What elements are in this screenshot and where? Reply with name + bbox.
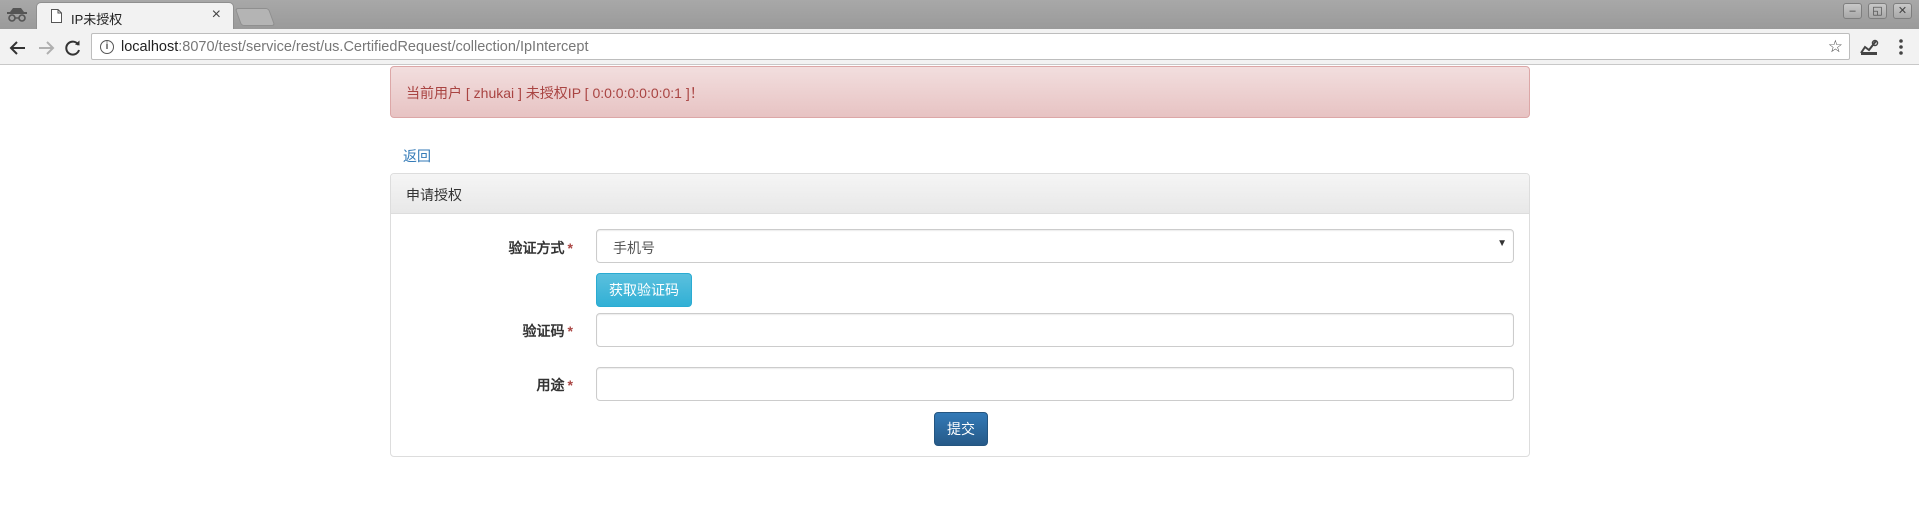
purpose-input[interactable] bbox=[596, 367, 1514, 401]
page-content: 当前用户 [ zhukai ] 未授权IP [ 0:0:0:0:0:0:0:1 … bbox=[0, 66, 1919, 532]
restore-icon[interactable]: ◱ bbox=[1868, 3, 1887, 19]
chevron-down-icon: ▼ bbox=[1497, 238, 1507, 249]
back-link[interactable]: 返回 bbox=[403, 146, 431, 166]
info-icon[interactable]: i bbox=[100, 40, 114, 54]
method-label-text: 验证方式 bbox=[508, 240, 565, 256]
tab-title: IP未授权 bbox=[71, 12, 123, 27]
forward-arrow-icon[interactable] bbox=[36, 38, 56, 58]
submit-button[interactable]: 提交 bbox=[934, 412, 988, 446]
address-bar[interactable]: i localhost:8070/test/service/rest/us.Ce… bbox=[91, 33, 1850, 60]
incognito-icon bbox=[7, 8, 27, 22]
browser-toolbar: i localhost:8070/test/service/rest/us.Ce… bbox=[0, 29, 1919, 65]
purpose-label-text: 用途 bbox=[536, 377, 565, 393]
browser-titlebar: IP未授权 × – ◱ ✕ bbox=[0, 0, 1919, 29]
close-window-icon[interactable]: ✕ bbox=[1893, 3, 1912, 19]
method-select[interactable]: 手机号 ▼ bbox=[596, 229, 1514, 263]
get-code-button[interactable]: 获取验证码 bbox=[596, 273, 692, 307]
required-mark: * bbox=[567, 240, 573, 256]
tab-close-icon[interactable]: × bbox=[212, 6, 221, 24]
back-arrow-icon[interactable] bbox=[8, 38, 28, 58]
required-mark: * bbox=[567, 377, 573, 393]
new-tab-button[interactable] bbox=[234, 8, 276, 26]
menu-dots-icon[interactable] bbox=[1897, 37, 1905, 57]
authorization-panel: 申请授权 验证方式 * 手机号 ▼ 获取验证码 验证码 * 用途 * 提交 bbox=[390, 173, 1530, 457]
required-mark: * bbox=[567, 323, 573, 339]
method-label: 验证方式 * bbox=[509, 238, 573, 258]
purpose-label: 用途 * bbox=[537, 375, 573, 395]
url-host: localhost bbox=[121, 39, 179, 55]
code-label-text: 验证码 bbox=[522, 323, 565, 339]
url-text[interactable]: localhost:8070/test/service/rest/us.Cert… bbox=[121, 39, 588, 55]
bookmark-star-icon[interactable]: ☆ bbox=[1828, 37, 1843, 57]
code-input[interactable] bbox=[596, 313, 1514, 347]
page-icon bbox=[51, 9, 62, 23]
url-path: :8070/test/service/rest/us.CertifiedRequ… bbox=[178, 39, 589, 55]
method-select-value: 手机号 bbox=[613, 240, 655, 256]
error-alert: 当前用户 [ zhukai ] 未授权IP [ 0:0:0:0:0:0:0:1 … bbox=[390, 66, 1530, 118]
reload-icon[interactable] bbox=[63, 38, 83, 58]
browser-tab[interactable]: IP未授权 × bbox=[36, 2, 234, 29]
code-label: 验证码 * bbox=[523, 321, 573, 341]
extension-icon[interactable] bbox=[1859, 37, 1879, 57]
minimize-icon[interactable]: – bbox=[1843, 3, 1862, 19]
panel-title: 申请授权 bbox=[391, 174, 1529, 214]
